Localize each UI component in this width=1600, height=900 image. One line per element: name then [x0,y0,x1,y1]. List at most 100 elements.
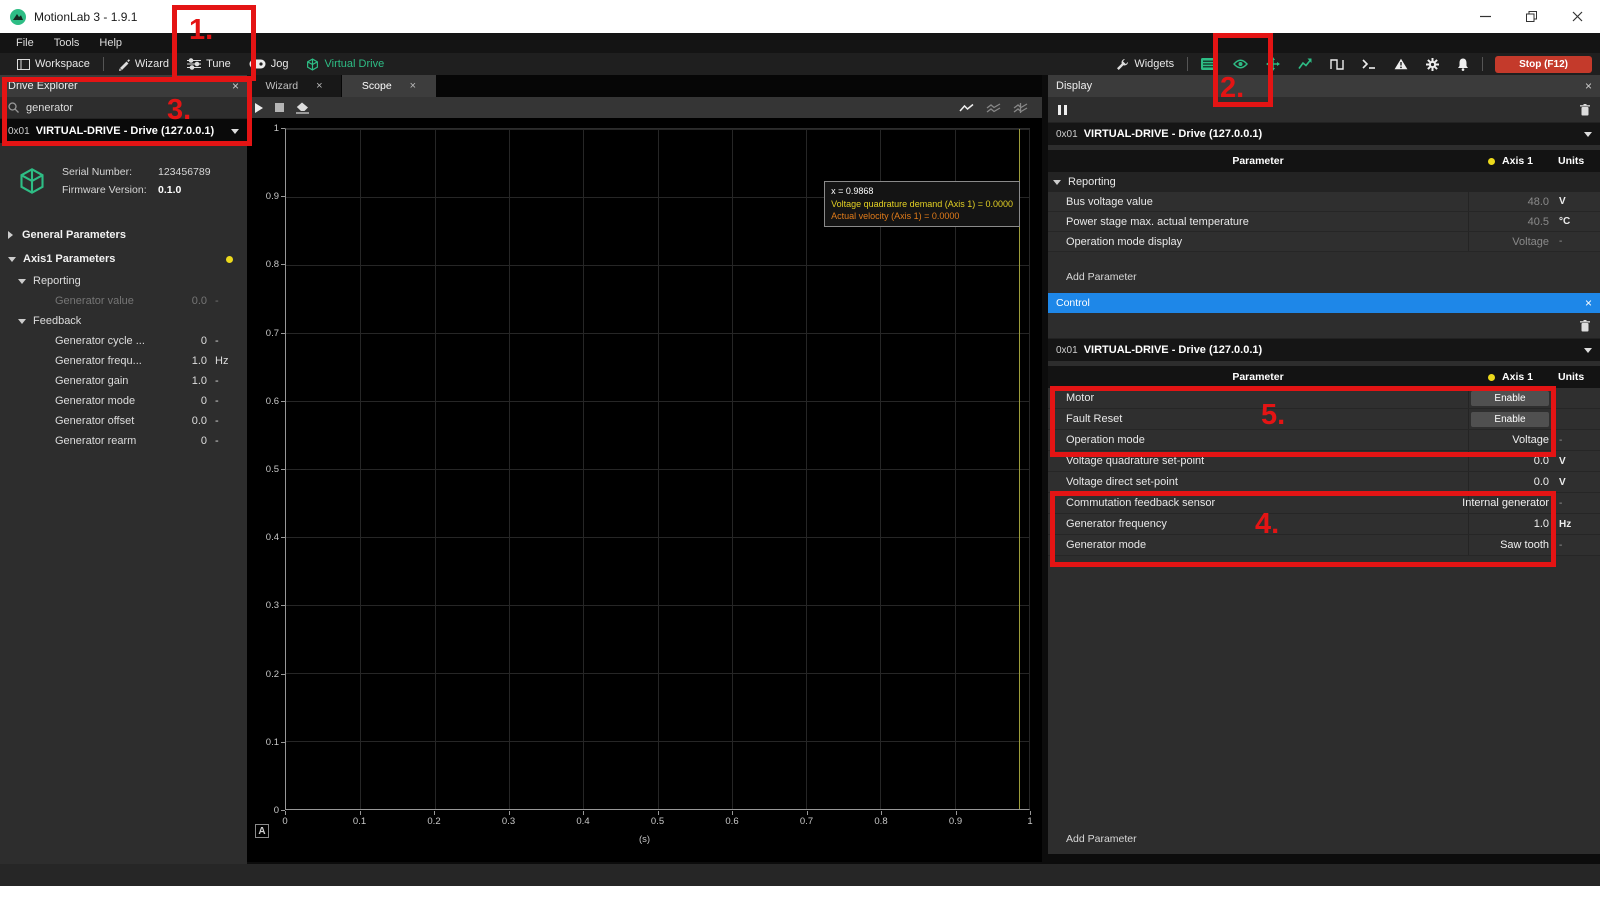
parameter-value[interactable]: 0.0 [1534,455,1549,467]
parameter-value-cell[interactable]: 0.0 [1468,451,1553,471]
restore-button[interactable] [1508,0,1554,33]
display-close-icon[interactable]: × [1585,79,1592,93]
scope-signal-icon[interactable] [959,103,974,113]
notifications-button[interactable] [1448,53,1478,75]
menu-tools[interactable]: Tools [44,37,90,49]
parameter-value[interactable]: Saw tooth [1500,539,1549,551]
tree-param-generator-frequ[interactable]: Generator frequ...1.0Hz [0,351,247,371]
parameter-value[interactable]: 0.0 [1534,476,1549,488]
watch-widget-button[interactable] [1224,53,1257,75]
parameter-value-cell[interactable]: Voltage [1468,232,1553,251]
tab-wizard[interactable]: Wizard× [247,75,341,97]
param-value[interactable]: 0 [171,435,207,447]
motor-enable-button[interactable]: Enable [1471,391,1549,406]
parameter-row-commutation-feedback-sensor[interactable]: Commutation feedback sensorInternal gene… [1048,493,1600,514]
jog-button[interactable]: Jog [240,53,298,75]
parameter-value-cell[interactable]: Voltage [1468,430,1553,450]
param-value[interactable]: 0.0 [171,295,207,307]
virtual-drive-button[interactable]: Virtual Drive [297,53,393,75]
scope-widget-button[interactable] [1289,53,1321,75]
group-row-reporting[interactable]: Reporting [1048,172,1600,192]
parameter-value[interactable]: 1.0 [1534,518,1549,530]
wizard-button[interactable]: Wizard [108,53,178,75]
collapse-arrow-icon[interactable] [18,279,26,284]
control-drive-dropdown[interactable]: 0x01 VIRTUAL-DRIVE - Drive (127.0.0.1) [1048,339,1600,361]
scope-clear-icon[interactable] [296,102,309,114]
param-value[interactable]: 1.0 [171,355,207,367]
workspace-button[interactable]: Workspace [8,53,99,75]
motion-widget-button[interactable] [1257,53,1289,75]
tree-group-feedback[interactable]: Feedback [0,311,247,331]
scope-grid[interactable] [285,128,1030,810]
close-button[interactable] [1554,0,1600,33]
expand-arrow-icon[interactable] [8,231,13,239]
scope-plot-area[interactable]: (s) A x = 0.9868 Voltage quadrature dema… [247,118,1042,862]
tab-scope[interactable]: Scope× [342,75,436,97]
tree-section-general-parameters[interactable]: General Parameters [0,223,247,247]
tree-param-generator-offset[interactable]: Generator offset0.0- [0,411,247,431]
control-close-icon[interactable]: × [1585,296,1592,310]
signal-generator-button[interactable] [1321,53,1353,75]
parameter-row-motor[interactable]: MotorEnable [1048,388,1600,409]
tree-param-generator-mode[interactable]: Generator mode0- [0,391,247,411]
tree-group-reporting[interactable]: Reporting [0,271,247,291]
fault-reset-enable-button[interactable]: Enable [1471,412,1549,427]
parameter-row-operation-mode-display[interactable]: Operation mode displayVoltage- [1048,232,1600,252]
collapse-arrow-icon[interactable] [8,257,16,262]
param-value[interactable]: 1.0 [171,375,207,387]
display-widget-header[interactable]: Display × [1048,75,1600,97]
parameter-row-voltage-quadrature-set-point[interactable]: Voltage quadrature set-point0.0V [1048,451,1600,472]
parameter-value-cell[interactable]: 40.5 [1468,212,1553,231]
parameter-row-generator-mode[interactable]: Generator modeSaw tooth- [1048,535,1600,556]
drive-explorer-close-icon[interactable]: × [232,79,239,93]
scope-cursor-line[interactable] [1019,129,1020,809]
param-value[interactable]: 0 [171,335,207,347]
trash-icon[interactable] [1580,320,1590,332]
parameter-row-fault-reset[interactable]: Fault ResetEnable [1048,409,1600,430]
tune-button[interactable]: Tune [178,53,240,75]
alerts-button[interactable] [1385,53,1417,75]
collapse-arrow-icon[interactable] [18,319,26,324]
tree-section-axis1-parameters[interactable]: Axis1 Parameters [0,247,247,271]
add-parameter-link[interactable]: Add Parameter [1048,830,1137,848]
trash-icon[interactable] [1580,104,1590,116]
parameter-value-cell[interactable]: Internal generator [1468,493,1553,513]
scope-stop-button[interactable] [275,103,284,112]
menu-help[interactable]: Help [89,37,132,49]
stop-button[interactable]: Stop (F12) [1495,56,1592,73]
parameter-value[interactable]: Internal generator [1462,497,1549,509]
scope-multi-signal-icon[interactable] [986,103,1001,113]
tree-param-generator-gain[interactable]: Generator gain1.0- [0,371,247,391]
tree-param-generator-rearm[interactable]: Generator rearm0- [0,431,247,451]
tree-param-generator-value[interactable]: Generator value0.0- [0,291,247,311]
param-value[interactable]: 0.0 [171,415,207,427]
tab-close-icon[interactable]: × [410,80,416,92]
tab-close-icon[interactable]: × [316,80,322,92]
parameter-value-cell[interactable]: 1.0 [1468,514,1553,534]
table-widget-button[interactable] [1192,53,1224,75]
parameter-value-cell[interactable]: Enable [1468,388,1553,408]
scope-multi-signal-sync-icon[interactable] [1013,103,1028,113]
parameter-value-cell[interactable]: Saw tooth [1468,535,1553,555]
parameter-value-cell[interactable]: 0.0 [1468,472,1553,492]
console-button[interactable] [1353,53,1385,75]
parameter-row-generator-frequency[interactable]: Generator frequency1.0Hz [1048,514,1600,535]
minimize-button[interactable] [1462,0,1508,33]
parameter-row-voltage-direct-set-point[interactable]: Voltage direct set-point0.0V [1048,472,1600,493]
parameter-value[interactable]: Voltage [1512,434,1549,446]
add-parameter-link[interactable]: Add Parameter [1048,268,1600,286]
search-input[interactable]: generator [0,97,247,119]
parameter-row-bus-voltage-value[interactable]: Bus voltage value48.0V [1048,192,1600,212]
parameter-row-power-stage-max-actual-temperature[interactable]: Power stage max. actual temperature40.5°… [1048,212,1600,232]
settings-button[interactable] [1417,53,1448,75]
display-drive-dropdown[interactable]: 0x01 VIRTUAL-DRIVE - Drive (127.0.0.1) [1048,123,1600,145]
menu-file[interactable]: File [6,37,44,49]
drive-selector-dropdown[interactable]: 0x01 VIRTUAL-DRIVE - Drive (127.0.0.1) [0,119,247,143]
parameter-value-cell[interactable]: 48.0 [1468,192,1553,211]
param-value[interactable]: 0 [171,395,207,407]
scope-play-button[interactable] [255,103,263,113]
parameter-value-cell[interactable]: Enable [1468,409,1553,429]
pause-icon[interactable] [1058,105,1067,115]
parameter-row-operation-mode[interactable]: Operation modeVoltage- [1048,430,1600,451]
tree-param-generator-cycle[interactable]: Generator cycle ...0- [0,331,247,351]
